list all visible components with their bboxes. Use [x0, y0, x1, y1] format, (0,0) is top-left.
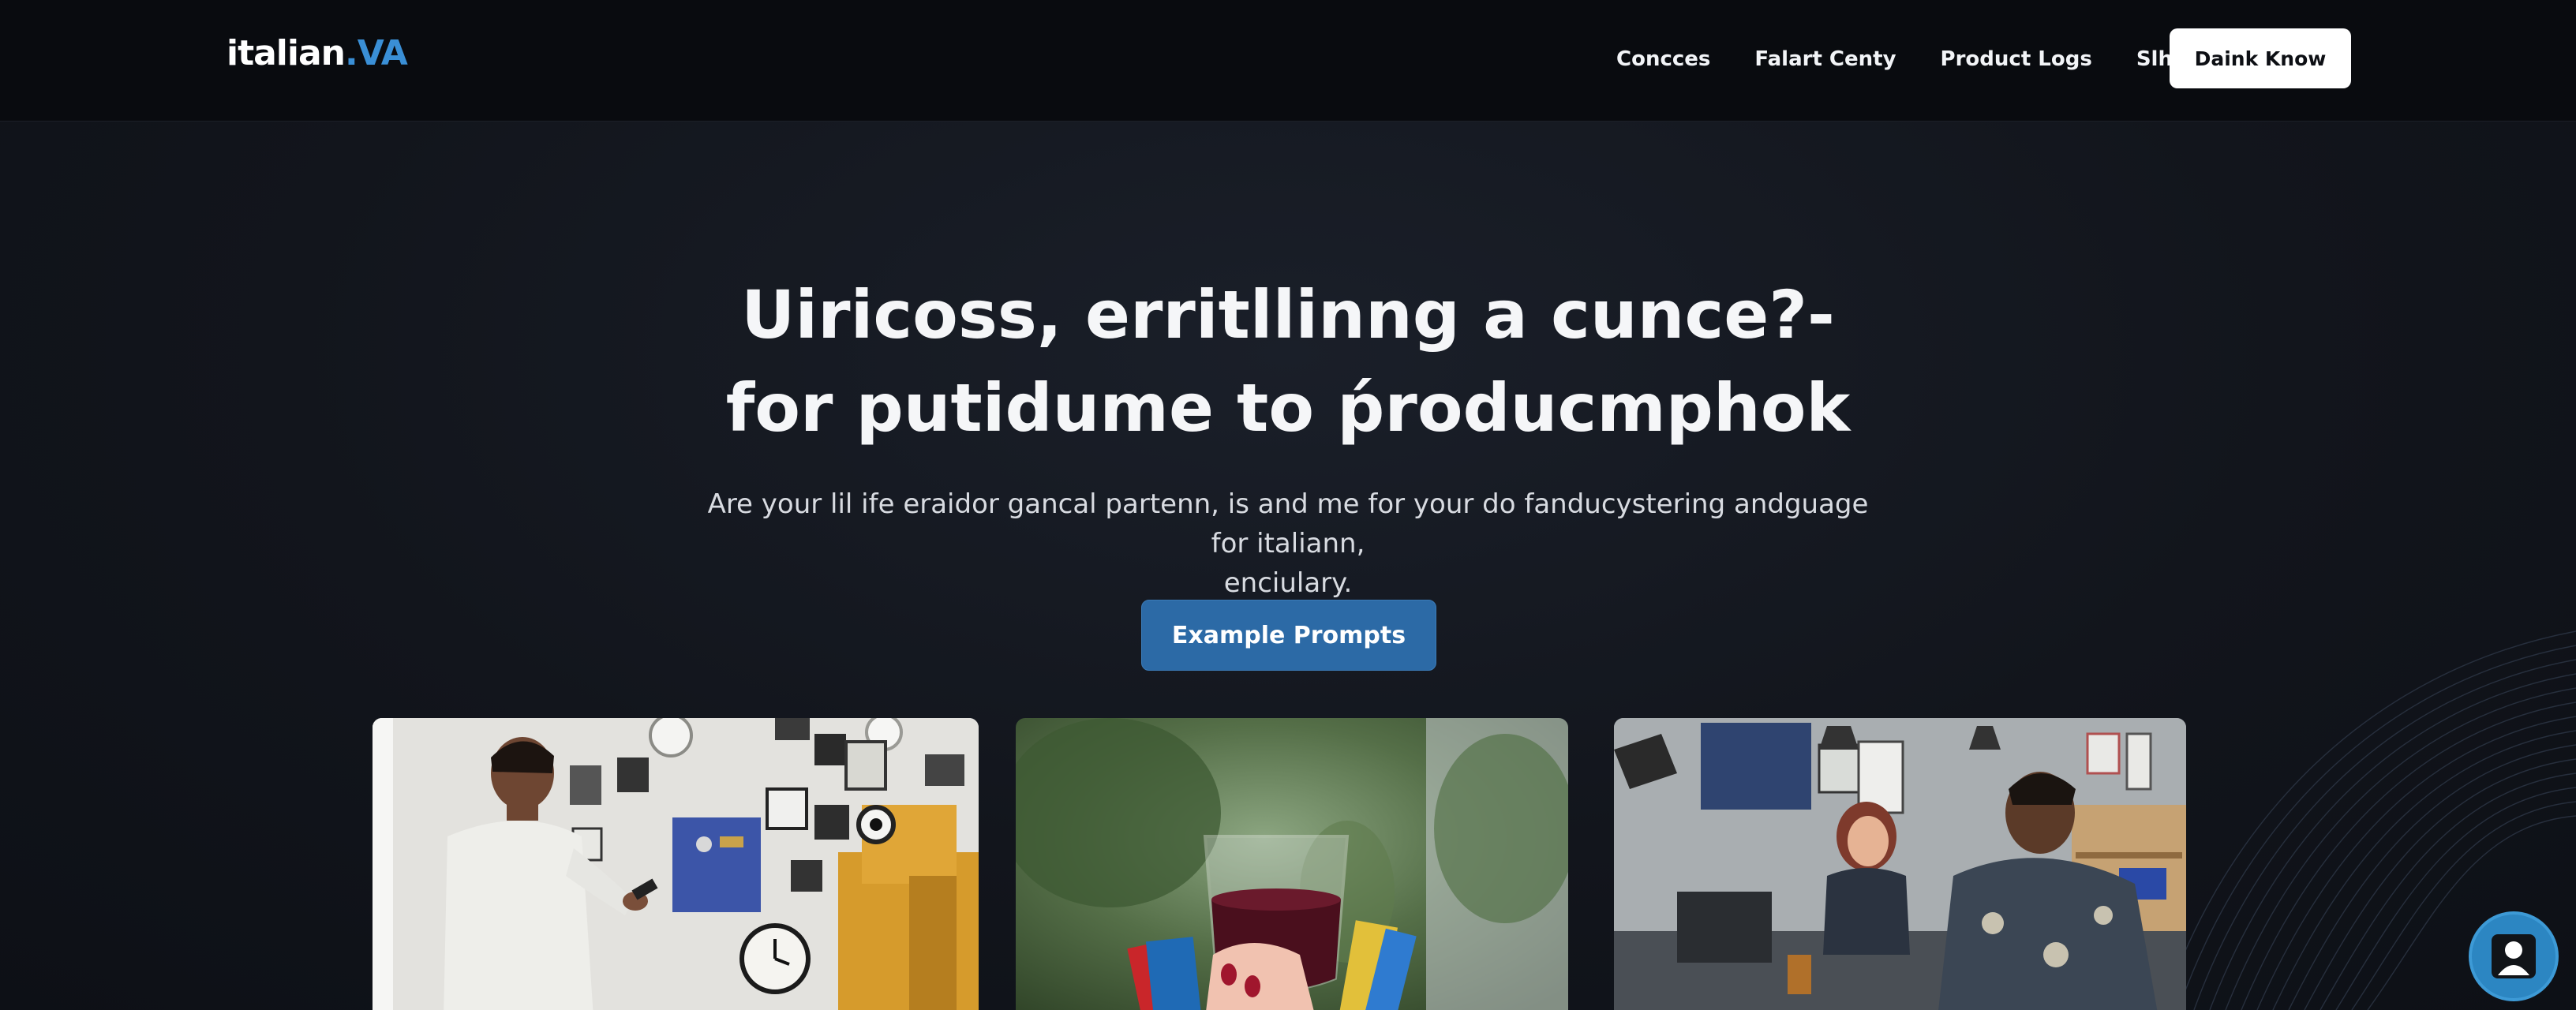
- workshop-photo-card[interactable]: [373, 718, 979, 1010]
- user-avatar-icon: [2492, 934, 2536, 978]
- hero-title: Uiricoss, erritllinng a cunce?- for puti…: [0, 268, 2576, 454]
- nav-link-concces[interactable]: Concces: [1616, 47, 1710, 71]
- hero-title-line-1: Uiricoss, erritllinng a cunce?-: [741, 276, 1835, 354]
- top-navigation-bar: italian .VA Concces Falart Centy Product …: [0, 0, 2576, 122]
- brand-name-accent: .VA: [345, 33, 408, 73]
- brand-name: italian: [227, 33, 346, 73]
- brand-logo[interactable]: italian .VA: [227, 33, 408, 84]
- hero-subtitle-line-1: Are your lil ife eraidor gancal partenn,…: [707, 488, 1869, 559]
- office-meeting-photo-card[interactable]: [1614, 718, 2186, 1010]
- office-meeting-photo: [1614, 718, 2186, 1010]
- hero-subtitle: Are your lil ife eraidor gancal partenn,…: [696, 484, 1880, 603]
- workshop-photo: [373, 718, 979, 1010]
- example-prompts-button[interactable]: Example Prompts: [1141, 600, 1436, 671]
- chat-widget-button[interactable]: [2469, 911, 2559, 1001]
- header-cta-button[interactable]: Daink Know: [2170, 28, 2351, 88]
- wine-glass-photo: [1016, 718, 1568, 1010]
- nav-link-falart-centy[interactable]: Falart Centy: [1754, 47, 1896, 71]
- page: italian .VA Concces Falart Centy Product …: [0, 0, 2576, 1010]
- nav-link-product-logs[interactable]: Product Logs: [1941, 47, 2092, 71]
- main-nav: Concces Falart Centy Product Logs Slhip: [1616, 41, 2195, 77]
- hero-title-line-2: for putidume to ṕroducmphok: [725, 369, 1851, 447]
- wine-glass-photo-card[interactable]: [1016, 718, 1568, 1010]
- hero-subtitle-line-2: enciulary.: [1223, 567, 1353, 599]
